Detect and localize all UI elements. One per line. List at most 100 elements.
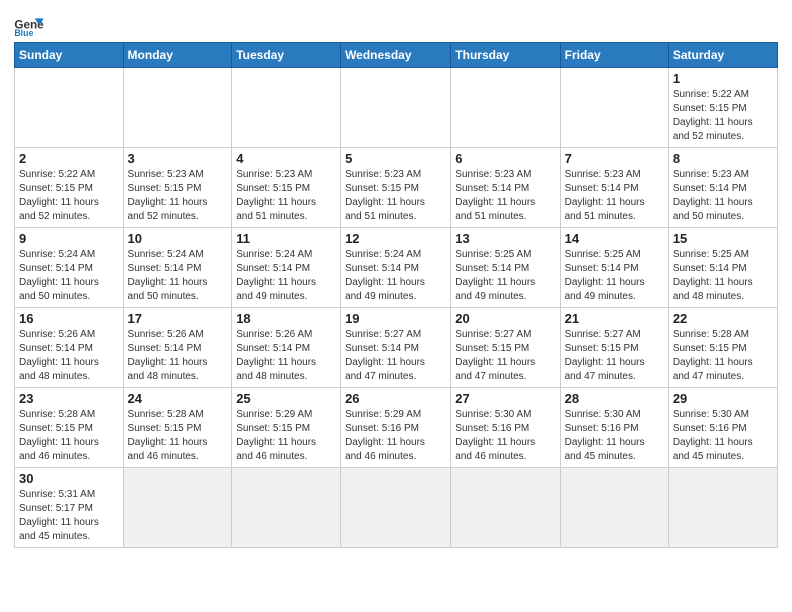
day-number: 29 (673, 391, 773, 406)
day-cell (451, 68, 560, 148)
day-info: Sunrise: 5:22 AMSunset: 5:15 PMDaylight:… (19, 168, 119, 224)
day-cell: 13 Sunrise: 5:25 AMSunset: 5:14 PMDayligh… (451, 228, 560, 308)
calendar-body: 1Sunrise: 5:22 AMSunset: 5:15 PMDaylight… (15, 68, 778, 548)
day-number: 3 (128, 151, 228, 166)
day-info: Sunrise: 5:28 AMSunset: 5:15 PMDaylight:… (128, 408, 228, 464)
day-number: 5 (345, 151, 446, 166)
day-info: Sunrise: 5:27 AMSunset: 5:15 PMDaylight:… (565, 328, 664, 384)
day-info: Sunrise: 5:25 AMSunset: 5:14 PMDaylight:… (565, 248, 664, 304)
day-cell: 30 Sunrise: 5:31 AMSunset: 5:17 PMDayligh… (15, 468, 124, 548)
day-info: Sunrise: 5:28 AMSunset: 5:15 PMDaylight:… (673, 328, 773, 384)
col-thursday: Thursday (451, 43, 560, 68)
col-monday: Monday (123, 43, 232, 68)
day-cell: 9Sunrise: 5:24 AMSunset: 5:14 PMDaylight… (15, 228, 124, 308)
col-sunday: Sunday (15, 43, 124, 68)
day-info: Sunrise: 5:28 AMSunset: 5:15 PMDaylight:… (19, 408, 119, 464)
day-info: Sunrise: 5:23 AMSunset: 5:14 PMDaylight:… (455, 168, 555, 224)
day-info: Sunrise: 5:31 AMSunset: 5:17 PMDaylight:… (19, 488, 119, 544)
week-row-1: 1Sunrise: 5:22 AMSunset: 5:15 PMDaylight… (15, 68, 778, 148)
day-number: 23 (19, 391, 119, 406)
day-info: Sunrise: 5:29 AMSunset: 5:16 PMDaylight:… (345, 408, 446, 464)
week-row-5: 23 Sunrise: 5:28 AMSunset: 5:15 PMDayligh… (15, 388, 778, 468)
day-number: 18 (236, 311, 336, 326)
day-cell: 10Sunrise: 5:24 AMSunset: 5:14 PMDayligh… (123, 228, 232, 308)
day-cell (560, 468, 668, 548)
day-cell: 15 Sunrise: 5:25 AMSunset: 5:14 PMDayligh… (668, 228, 777, 308)
header: General Blue (14, 10, 778, 36)
day-number: 4 (236, 151, 336, 166)
day-cell: 14 Sunrise: 5:25 AMSunset: 5:14 PMDayligh… (560, 228, 668, 308)
day-cell (668, 468, 777, 548)
day-cell: 2 Sunrise: 5:22 AMSunset: 5:15 PMDaylight… (15, 148, 124, 228)
logo: General Blue (14, 14, 48, 36)
day-cell (560, 68, 668, 148)
day-cell (232, 468, 341, 548)
day-info: Sunrise: 5:30 AMSunset: 5:16 PMDaylight:… (673, 408, 773, 464)
day-number: 28 (565, 391, 664, 406)
day-info: Sunrise: 5:23 AMSunset: 5:15 PMDaylight:… (128, 168, 228, 224)
day-cell: 20Sunrise: 5:27 AMSunset: 5:15 PMDayligh… (451, 308, 560, 388)
day-cell: 22Sunrise: 5:28 AMSunset: 5:15 PMDayligh… (668, 308, 777, 388)
day-number: 13 (455, 231, 555, 246)
day-number: 14 (565, 231, 664, 246)
week-row-4: 16 Sunrise: 5:26 AMSunset: 5:14 PMDayligh… (15, 308, 778, 388)
day-cell: 12Sunrise: 5:24 AMSunset: 5:14 PMDayligh… (341, 228, 451, 308)
day-number: 8 (673, 151, 773, 166)
day-number: 26 (345, 391, 446, 406)
day-info: Sunrise: 5:26 AMSunset: 5:14 PMDaylight:… (19, 328, 119, 384)
day-cell: 17 Sunrise: 5:26 AMSunset: 5:14 PMDayligh… (123, 308, 232, 388)
day-number: 21 (565, 311, 664, 326)
calendar: Sunday Monday Tuesday Wednesday Thursday… (14, 42, 778, 548)
header-row: Sunday Monday Tuesday Wednesday Thursday… (15, 43, 778, 68)
day-cell: 16 Sunrise: 5:26 AMSunset: 5:14 PMDayligh… (15, 308, 124, 388)
logo-icon: General Blue (14, 14, 44, 36)
day-info: Sunrise: 5:26 AMSunset: 5:14 PMDaylight:… (128, 328, 228, 384)
day-info: Sunrise: 5:25 AMSunset: 5:14 PMDaylight:… (673, 248, 773, 304)
day-number: 16 (19, 311, 119, 326)
svg-text:Blue: Blue (14, 28, 33, 36)
day-info: Sunrise: 5:23 AMSunset: 5:15 PMDaylight:… (236, 168, 336, 224)
day-number: 20 (455, 311, 555, 326)
day-cell: 6Sunrise: 5:23 AMSunset: 5:14 PMDaylight… (451, 148, 560, 228)
day-cell: 24Sunrise: 5:28 AMSunset: 5:15 PMDayligh… (123, 388, 232, 468)
day-info: Sunrise: 5:23 AMSunset: 5:15 PMDaylight:… (345, 168, 446, 224)
day-cell: 29 Sunrise: 5:30 AMSunset: 5:16 PMDayligh… (668, 388, 777, 468)
day-cell: 26 Sunrise: 5:29 AMSunset: 5:16 PMDayligh… (341, 388, 451, 468)
day-number: 15 (673, 231, 773, 246)
day-info: Sunrise: 5:23 AMSunset: 5:14 PMDaylight:… (673, 168, 773, 224)
week-row-6: 30 Sunrise: 5:31 AMSunset: 5:17 PMDayligh… (15, 468, 778, 548)
day-cell: 11Sunrise: 5:24 AMSunset: 5:14 PMDayligh… (232, 228, 341, 308)
day-cell: 23 Sunrise: 5:28 AMSunset: 5:15 PMDayligh… (15, 388, 124, 468)
col-tuesday: Tuesday (232, 43, 341, 68)
day-cell (123, 68, 232, 148)
day-cell: 5 Sunrise: 5:23 AMSunset: 5:15 PMDaylight… (341, 148, 451, 228)
day-cell: 3 Sunrise: 5:23 AMSunset: 5:15 PMDaylight… (123, 148, 232, 228)
day-cell (341, 468, 451, 548)
day-info: Sunrise: 5:30 AMSunset: 5:16 PMDaylight:… (565, 408, 664, 464)
page: General Blue Sunday Monday Tuesday Wedne… (0, 0, 792, 612)
day-cell: 1Sunrise: 5:22 AMSunset: 5:15 PMDaylight… (668, 68, 777, 148)
day-info: Sunrise: 5:24 AMSunset: 5:14 PMDaylight:… (19, 248, 119, 304)
day-number: 30 (19, 471, 119, 486)
day-info: Sunrise: 5:27 AMSunset: 5:14 PMDaylight:… (345, 328, 446, 384)
week-row-2: 2 Sunrise: 5:22 AMSunset: 5:15 PMDaylight… (15, 148, 778, 228)
day-cell (15, 68, 124, 148)
day-cell: 4 Sunrise: 5:23 AMSunset: 5:15 PMDaylight… (232, 148, 341, 228)
day-cell: 27Sunrise: 5:30 AMSunset: 5:16 PMDayligh… (451, 388, 560, 468)
day-cell (341, 68, 451, 148)
day-number: 17 (128, 311, 228, 326)
day-info: Sunrise: 5:25 AMSunset: 5:14 PMDaylight:… (455, 248, 555, 304)
day-number: 2 (19, 151, 119, 166)
day-info: Sunrise: 5:23 AMSunset: 5:14 PMDaylight:… (565, 168, 664, 224)
day-number: 11 (236, 231, 336, 246)
day-cell (451, 468, 560, 548)
day-cell: 21 Sunrise: 5:27 AMSunset: 5:15 PMDayligh… (560, 308, 668, 388)
day-cell (123, 468, 232, 548)
day-number: 7 (565, 151, 664, 166)
day-number: 12 (345, 231, 446, 246)
day-cell: 25Sunrise: 5:29 AMSunset: 5:15 PMDayligh… (232, 388, 341, 468)
col-friday: Friday (560, 43, 668, 68)
day-cell (232, 68, 341, 148)
day-cell: 28 Sunrise: 5:30 AMSunset: 5:16 PMDayligh… (560, 388, 668, 468)
day-number: 25 (236, 391, 336, 406)
